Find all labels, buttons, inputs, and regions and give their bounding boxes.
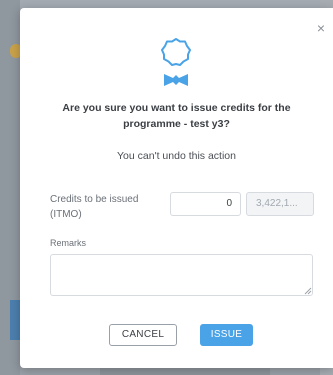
cancel-button[interactable]: CANCEL <box>109 324 177 346</box>
close-icon[interactable]: × <box>314 21 328 35</box>
background-accent-block <box>10 300 20 340</box>
credits-label: Credits to be issued (ITMO) <box>50 194 139 220</box>
issue-credits-dialog: × Are you sure you want to issue credits… <box>20 8 333 368</box>
warning-subtext: You can't undo this action <box>117 150 236 162</box>
confirmation-question: Are you sure you want to issue credits f… <box>20 100 333 132</box>
question-line-2: programme - test y3? <box>123 118 230 130</box>
credits-input[interactable]: 0 <box>170 192 241 216</box>
credits-available-field: 3,422,1... <box>246 192 314 216</box>
award-badge-icon <box>161 38 191 86</box>
remarks-textarea[interactable] <box>50 254 313 296</box>
question-line-1: Are you sure you want to issue credits f… <box>62 102 291 114</box>
resize-grip-icon[interactable] <box>304 287 312 295</box>
remarks-label: Remarks <box>50 238 87 248</box>
issue-button[interactable]: ISSUE <box>200 324 253 346</box>
